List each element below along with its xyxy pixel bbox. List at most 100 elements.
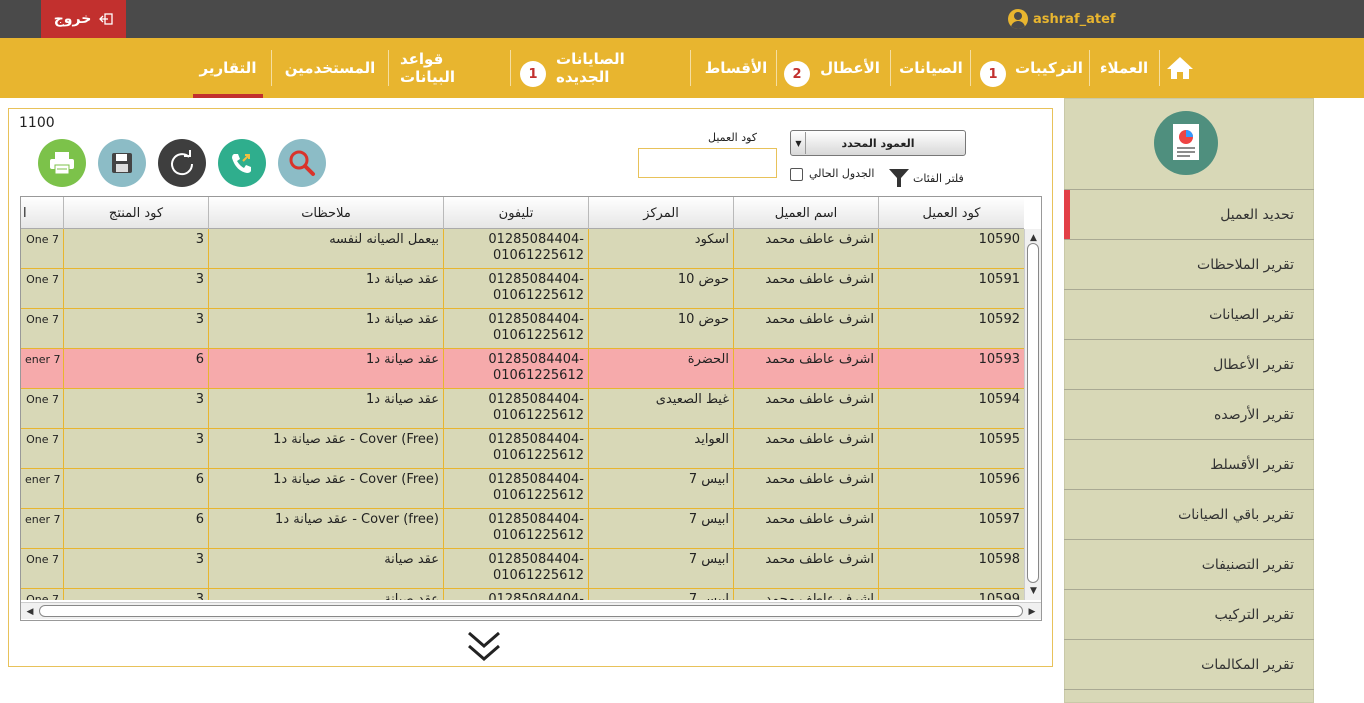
cell-phone: 01285084404-01061225612 xyxy=(443,269,588,309)
cell-client-name: اشرف عاطف محمد xyxy=(733,349,878,389)
cell-client-name: اشرف عاطف محمد xyxy=(733,389,878,429)
cell-phone: 01285084404-01061225612 xyxy=(443,229,588,269)
sidebar-item-categories-report[interactable]: تقرير التصنيفات xyxy=(1064,539,1314,589)
search-button[interactable] xyxy=(278,139,326,187)
cell-phone: 01285084404-01061225612 xyxy=(443,389,588,429)
column-header-product-code[interactable]: كود المنتج xyxy=(63,197,208,229)
table-row[interactable]: 10591 اشرف عاطف محمد حوض 10 01285084404-… xyxy=(21,269,1024,309)
current-table-checkbox[interactable] xyxy=(790,168,803,181)
floppy-disk-icon xyxy=(112,153,132,173)
nav-separator xyxy=(388,50,389,86)
home-icon[interactable] xyxy=(1166,56,1194,80)
sidebar-item-select-client[interactable]: تحديد العميل xyxy=(1064,189,1314,240)
nav-item-faults[interactable]: الأعطال xyxy=(820,38,880,98)
cell-product-code: 3 xyxy=(63,229,208,269)
column-header-extra[interactable]: l xyxy=(21,197,63,229)
app-window: خروج ashraf_atef العملاء التركيبات 1 الص… xyxy=(0,0,1364,703)
sidebar-item-maintenance-report[interactable]: تقرير الصيانات xyxy=(1064,289,1314,339)
column-header-phone[interactable]: تليفون xyxy=(443,197,588,229)
clients-table: كود العميل اسم العميل المركز تليفون ملاح… xyxy=(20,196,1042,621)
cell-center: ابيس 7 xyxy=(588,509,733,549)
sidebar-item-notes-report[interactable]: تقرير الملاحظات xyxy=(1064,239,1314,289)
cell-center: اسكود xyxy=(588,229,733,269)
column-header-center[interactable]: المركز xyxy=(588,197,733,229)
cell-client-code: 10595 xyxy=(878,429,1024,469)
horizontal-scrollbar[interactable]: ◀ ▶ xyxy=(21,602,1041,619)
nav-separator xyxy=(970,50,971,86)
table-row-selected[interactable]: 10593 اشرف عاطف محمد الحضرة 01285084404-… xyxy=(21,349,1024,389)
column-header-client-name[interactable]: اسم العميل xyxy=(733,197,878,229)
print-button[interactable] xyxy=(38,139,86,187)
nav-item-databases[interactable]: قواعد البيانات xyxy=(400,38,502,98)
scroll-right-icon[interactable]: ▶ xyxy=(1025,603,1039,620)
nav-item-reports[interactable]: التقارير xyxy=(193,38,263,98)
cell-product-code: 3 xyxy=(63,389,208,429)
sidebar-item-installation-report[interactable]: تقرير التركيب xyxy=(1064,589,1314,639)
cell-center: حوض 10 xyxy=(588,269,733,309)
horizontal-scroll-thumb[interactable] xyxy=(39,605,1023,617)
cell-product-code: 6 xyxy=(63,509,208,549)
cell-product-code: 3 xyxy=(63,429,208,469)
nav-item-installations[interactable]: التركيبات xyxy=(1014,38,1084,98)
vertical-scroll-thumb[interactable] xyxy=(1027,243,1039,583)
save-button[interactable] xyxy=(98,139,146,187)
table-row[interactable]: 10590 اشرف عاطف محمد اسكود 01285084404- 0… xyxy=(21,229,1024,269)
table-body: 10590 اشرف عاطف محمد اسكود 01285084404- 0… xyxy=(21,229,1024,600)
nav-item-new-maintenance[interactable]: الصايانات الجديده xyxy=(556,38,682,98)
nav-item-users[interactable]: المستخدمين xyxy=(280,38,380,98)
cell-client-code: 10594 xyxy=(878,389,1024,429)
cell-center: حوض 10 xyxy=(588,309,733,349)
nav-item-maintenance[interactable]: الصيانات xyxy=(898,38,964,98)
client-code-input[interactable] xyxy=(638,148,777,178)
double-chevron-down-icon[interactable] xyxy=(466,628,502,664)
nav-separator xyxy=(1159,50,1160,86)
nav-separator xyxy=(776,50,777,86)
nav-separator xyxy=(1089,50,1090,86)
cell-client-name: اشرف عاطف محمد xyxy=(733,429,878,469)
scroll-left-icon[interactable]: ◀ xyxy=(23,603,37,620)
cell-product-code: 3 xyxy=(63,549,208,589)
vertical-scrollbar[interactable]: ▲ ▼ xyxy=(1024,229,1041,600)
nav-item-clients[interactable]: العملاء xyxy=(1094,38,1154,98)
cell-extra: One 7 xyxy=(26,593,59,600)
sidebar-item-installments-report[interactable]: تقرير الأقسلط xyxy=(1064,439,1314,489)
sidebar-item-calls-report[interactable]: تقرير المكالمات xyxy=(1064,639,1314,689)
column-header-notes[interactable]: ملاحظات xyxy=(208,197,443,229)
column-select-value: العمود المحدد xyxy=(841,136,915,150)
table-row[interactable]: 10594 اشرف عاطف محمد غيط الصعيدى 0128508… xyxy=(21,389,1024,429)
table-row[interactable]: 10598 اشرف عاطف محمد ابيس 7 01285084404-… xyxy=(21,549,1024,589)
cell-client-code: 10591 xyxy=(878,269,1024,309)
cell-center: ابيس 7 xyxy=(588,469,733,509)
table-row[interactable]: 10592 اشرف عاطف محمد حوض 10 01285084404-… xyxy=(21,309,1024,349)
table-row[interactable]: 10597 اشرف عاطف محمد ابيس 7 01285084404-… xyxy=(21,509,1024,549)
cell-center: ابيس 7 xyxy=(588,589,733,600)
cell-center: العوايد xyxy=(588,429,733,469)
cell-phone: 01285084404-01061225612 xyxy=(443,589,588,600)
cell-notes: عقد صيانة د1 - Cover (free) xyxy=(208,509,443,549)
refresh-button[interactable] xyxy=(158,139,206,187)
user-account[interactable]: ashraf_atef xyxy=(1008,8,1116,30)
report-logo xyxy=(1154,111,1218,175)
cell-extra: One 7 xyxy=(26,433,59,446)
table-row[interactable]: 10596 اشرف عاطف محمد ابيس 7 01285084404-… xyxy=(21,469,1024,509)
table-row[interactable]: 10595 اشرف عاطف محمد العوايد 01285084404… xyxy=(21,429,1024,469)
sidebar-item-balances-report[interactable]: تقرير الأرصده xyxy=(1064,389,1314,439)
client-code-label: كود العميل xyxy=(708,131,758,144)
cell-client-name: اشرف عاطف محمد xyxy=(733,469,878,509)
nav-item-installments[interactable]: الأقساط xyxy=(704,38,768,98)
cell-phone: 01285084404-01061225612 xyxy=(443,429,588,469)
cell-client-code: 10598 xyxy=(878,549,1024,589)
filter-icon[interactable] xyxy=(887,166,911,190)
sidebar-item-remaining-maintenance-report[interactable]: تقرير باقي الصيانات xyxy=(1064,489,1314,539)
category-filter-label: فلتر الفئات xyxy=(913,172,964,185)
nav-separator xyxy=(690,50,691,86)
cell-notes: عقد صيانة د1 xyxy=(208,309,443,349)
scroll-down-icon[interactable]: ▼ xyxy=(1025,584,1041,598)
call-button[interactable] xyxy=(218,139,266,187)
column-select[interactable]: ▼ العمود المحدد xyxy=(790,130,966,156)
table-row[interactable]: 10599 اشرف عاطف محمد ابيس 7 01285084404-… xyxy=(21,589,1024,600)
cell-client-name: اشرف عاطف محمد xyxy=(733,309,878,349)
sidebar-item-faults-report[interactable]: تقرير الأعطال xyxy=(1064,339,1314,389)
column-header-client-code[interactable]: كود العميل xyxy=(878,197,1024,229)
logout-button[interactable]: خروج xyxy=(41,0,126,38)
